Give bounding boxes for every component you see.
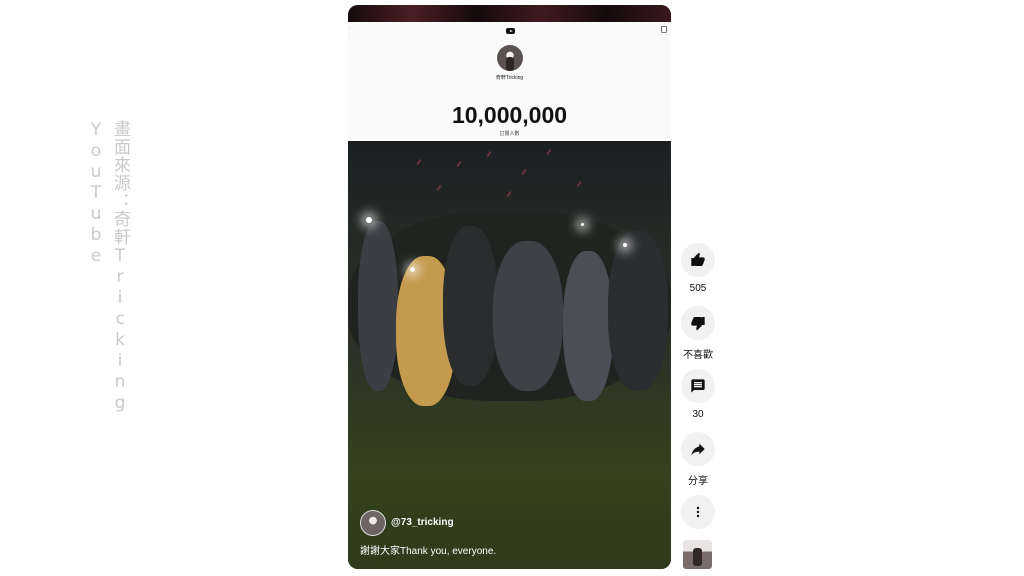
author-avatar[interactable]: [360, 510, 386, 536]
subscriber-count: 10,000,000: [451, 102, 568, 128]
flag-icon: [661, 26, 667, 33]
video-caption: 謝謝大家Thank you, everyone.: [360, 546, 497, 557]
like-button[interactable]: [681, 243, 715, 277]
subscriber-screenshot: ·· · 奇軒Tricking 10,000,000 訂閱人數: [348, 22, 671, 141]
video-top-band: [348, 5, 671, 22]
more-vertical-icon: [696, 506, 700, 518]
thumb-down-icon: [691, 317, 705, 331]
more-button[interactable]: [681, 495, 715, 529]
like-count: 505: [689, 283, 707, 294]
channel-name: 奇軒Tricking: [495, 75, 524, 81]
comment-icon: [691, 379, 705, 393]
shorts-player[interactable]: ·· · 奇軒Tricking 10,000,000 訂閱人數 @73_trick…: [348, 5, 671, 569]
dislike-button[interactable]: [681, 306, 715, 340]
dislike-label: 不喜歡: [683, 350, 713, 361]
author-handle[interactable]: @73_tricking: [391, 517, 454, 528]
like-action[interactable]: 505: [680, 243, 716, 294]
comment-count: 30: [692, 409, 704, 420]
subscriber-label: 訂閱人數: [499, 131, 520, 137]
youtube-logo-icon: [506, 28, 515, 34]
video-frame: [348, 141, 671, 569]
share-icon: [691, 443, 705, 456]
share-button[interactable]: [681, 432, 715, 466]
sound-thumbnail[interactable]: [683, 540, 712, 569]
channel-avatar: [497, 45, 523, 71]
comment-action[interactable]: 30: [680, 369, 716, 420]
share-action[interactable]: 分享: [680, 432, 716, 487]
thumb-up-icon: [691, 252, 705, 266]
source-watermark: 畫面來源：奇軒Tricking YouTube: [86, 120, 130, 414]
share-label: 分享: [688, 476, 708, 487]
mini-status-text: ·· ·: [348, 26, 351, 36]
comment-button[interactable]: [681, 369, 715, 403]
more-action[interactable]: [680, 495, 716, 529]
dislike-action[interactable]: 不喜歡: [680, 306, 716, 361]
